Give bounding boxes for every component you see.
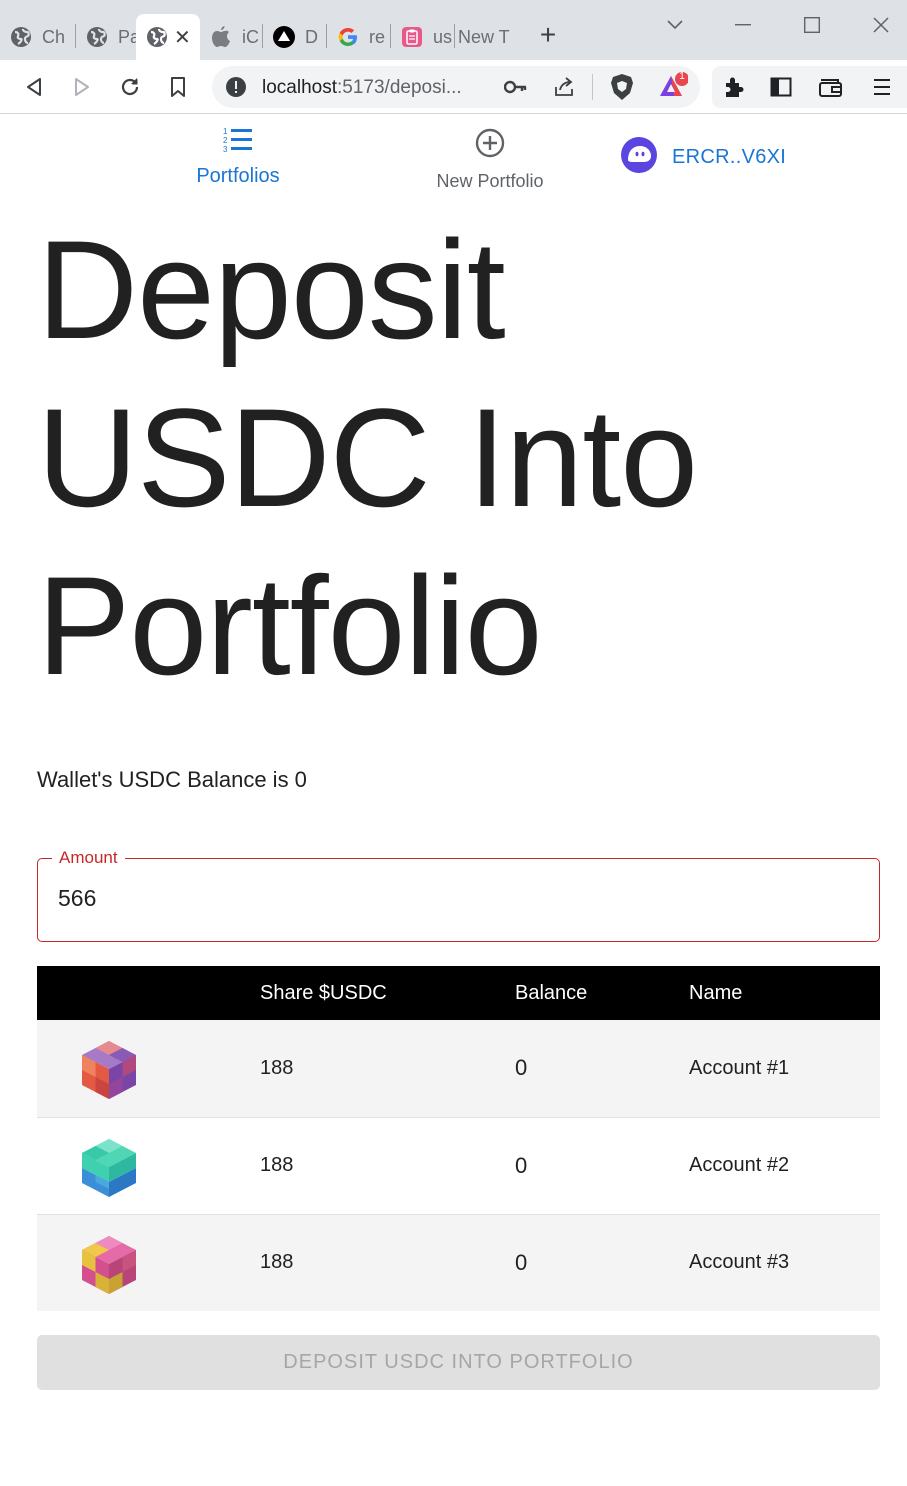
maximize-icon[interactable]	[797, 10, 827, 40]
name-cell: Account #3	[689, 1214, 880, 1311]
app-navigation: 123 Portfolios New Portfolio ERCR..V6XI	[0, 114, 907, 194]
share-cell: 188	[260, 1117, 515, 1215]
column-header-name: Name	[689, 966, 880, 1020]
url-path: :5173/deposi...	[337, 77, 462, 98]
browser-tab-2[interactable]: Pa	[76, 14, 136, 60]
column-header-avatar	[37, 966, 260, 1020]
column-header-balance: Balance	[515, 966, 689, 1020]
accounts-table: Share $USDC Balance Name 188 0 Account #…	[37, 966, 880, 1311]
amount-input[interactable]	[58, 885, 858, 912]
name-cell: Account #1	[689, 1020, 880, 1118]
share-cell: 188	[260, 1214, 515, 1311]
browser-tab-strip: Ch Pa ✕ iC D re us New T +	[0, 0, 907, 60]
google-icon	[337, 26, 359, 48]
avatar-cell	[37, 1020, 260, 1118]
extensions-area	[712, 66, 907, 108]
sidebar-icon[interactable]	[770, 76, 792, 103]
amount-label: Amount	[52, 848, 125, 868]
browser-tab-5[interactable]: D	[263, 14, 325, 60]
balance-cell: 0	[515, 1020, 689, 1118]
browser-tab-label: Pa	[118, 26, 136, 47]
page-title: Deposit USDC Into Portfolio	[37, 211, 698, 704]
browser-tab-4[interactable]: iC	[200, 14, 262, 60]
bookmark-icon[interactable]	[163, 72, 193, 102]
amount-field[interactable]: Amount	[37, 848, 880, 942]
minimize-icon[interactable]	[728, 10, 758, 40]
close-window-icon[interactable]	[866, 10, 896, 40]
address-bar-divider	[592, 74, 593, 100]
cube-avatar-teal-blue	[82, 1138, 136, 1197]
column-header-share: Share $USDC	[260, 966, 515, 1020]
vercel-icon	[273, 26, 295, 48]
table-row: 188 0 Account #3	[37, 1214, 880, 1311]
reload-icon[interactable]	[115, 72, 145, 102]
new-tab-button[interactable]: +	[535, 21, 561, 49]
url-text[interactable]: localhost:5173/deposi...	[262, 77, 462, 99]
address-bar[interactable]: localhost:5173/deposi... 1	[212, 66, 700, 108]
browser-tab-6[interactable]: re	[327, 14, 389, 60]
menu-icon[interactable]	[872, 76, 892, 103]
numbered-list-icon: 123	[222, 126, 254, 159]
browser-tab-label: iC	[242, 26, 259, 47]
share-cell: 188	[260, 1020, 515, 1118]
table-row: 188 0 Account #1	[37, 1020, 880, 1118]
browser-tab-7[interactable]: us	[391, 14, 453, 60]
svg-text:3: 3	[223, 145, 228, 154]
table-row: 188 0 Account #2	[37, 1117, 880, 1215]
avatar-cell	[37, 1214, 260, 1311]
apple-icon	[210, 26, 232, 48]
rewards-badge-count: 1	[679, 71, 685, 82]
browser-tab-label: D	[305, 26, 318, 47]
brave-rewards-icon[interactable]: 1	[658, 71, 689, 105]
balance-cell: 0	[515, 1214, 689, 1311]
wallet-account-button[interactable]: ERCR..V6XI	[620, 136, 786, 179]
tab-search-icon[interactable]	[660, 10, 690, 40]
site-info-icon[interactable]	[226, 77, 246, 102]
wallet-account-label: ERCR..V6XI	[672, 146, 787, 168]
share-icon[interactable]	[552, 75, 576, 104]
extensions-puzzle-icon[interactable]	[722, 75, 746, 104]
wallet-balance-text: Wallet's USDC Balance is 0	[37, 767, 307, 792]
browser-tab-active[interactable]: ✕	[136, 14, 200, 60]
clipboard-icon	[401, 26, 423, 48]
browser-toolbar: localhost:5173/deposi... 1	[0, 60, 907, 114]
globe-icon	[86, 26, 108, 48]
name-cell: Account #2	[689, 1117, 880, 1215]
nav-new-portfolio-label: New Portfolio	[436, 171, 544, 191]
cube-avatar-red-purple	[82, 1041, 136, 1100]
svg-text:2: 2	[223, 136, 228, 145]
globe-icon	[146, 26, 168, 48]
url-host: localhost	[262, 77, 337, 98]
balance-cell: 0	[515, 1117, 689, 1215]
deposit-button[interactable]: DEPOSIT USDC INTO PORTFOLIO	[37, 1335, 880, 1390]
globe-icon	[10, 26, 32, 48]
avatar-cell	[37, 1117, 260, 1215]
forward-icon[interactable]	[67, 72, 97, 102]
nav-portfolios-label: Portfolios	[196, 165, 280, 187]
brave-shields-icon[interactable]	[610, 73, 634, 106]
browser-tab-label: Ch	[42, 26, 66, 47]
close-tab-icon[interactable]: ✕	[174, 25, 191, 50]
svg-text:1: 1	[223, 127, 228, 136]
nav-new-portfolio[interactable]: New Portfolio	[420, 128, 560, 192]
nav-portfolios[interactable]: 123 Portfolios	[178, 126, 298, 188]
browser-tab-8[interactable]: New T	[448, 14, 516, 60]
cube-avatar-pink-yellow	[82, 1235, 136, 1294]
wallet-icon[interactable]	[818, 76, 844, 103]
key-icon[interactable]	[503, 78, 528, 101]
back-icon[interactable]	[19, 72, 49, 102]
browser-tab-label: New T	[458, 26, 510, 47]
browser-tab-label: re	[369, 26, 386, 47]
add-circle-icon	[475, 128, 505, 163]
table-header-row: Share $USDC Balance Name	[37, 966, 880, 1020]
ghost-wallet-icon	[620, 136, 658, 179]
browser-tab-1[interactable]: Ch	[0, 14, 74, 60]
